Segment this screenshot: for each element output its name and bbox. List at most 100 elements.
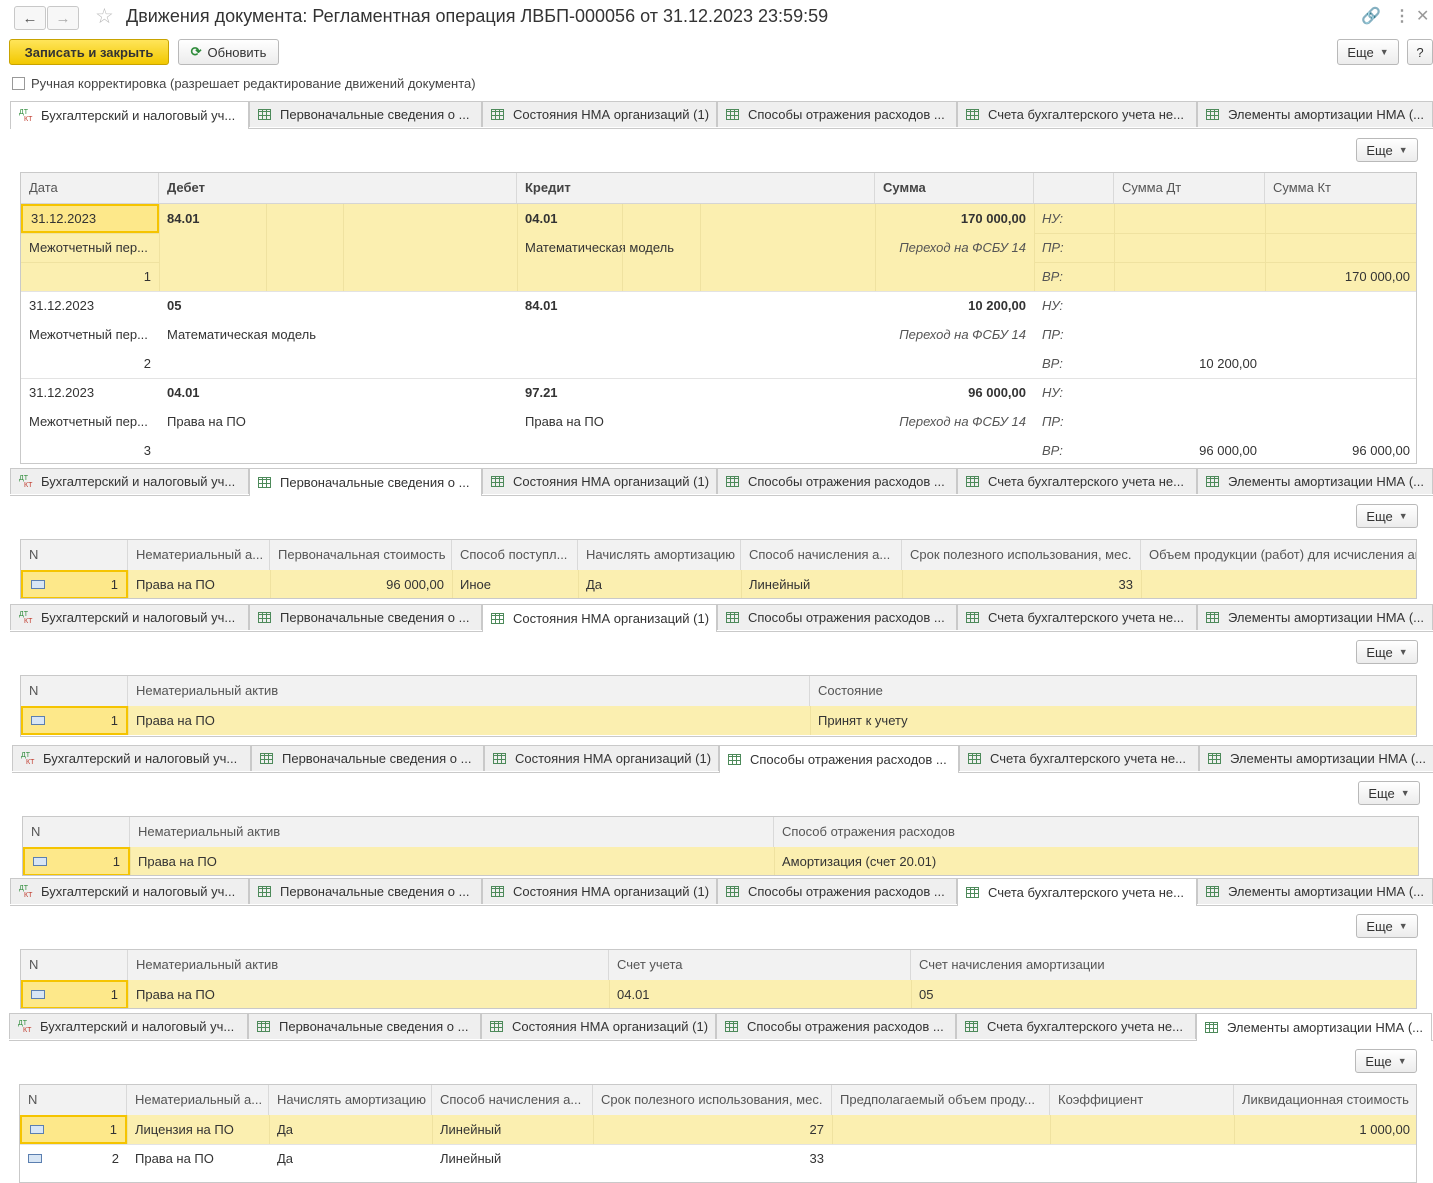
tab-1[interactable]: ДТ КТ Бухгалтерский и налоговый уч... <box>9 1013 248 1039</box>
vr-sum-dt-cell[interactable] <box>1114 262 1265 291</box>
grid-cell[interactable]: Права на ПО <box>127 1144 269 1173</box>
more-button[interactable]: Еще ▼ <box>1355 1049 1417 1073</box>
close-icon[interactable]: ✕ <box>1416 6 1429 26</box>
vr-label[interactable]: ВР: <box>1034 436 1114 463</box>
grid-cell[interactable]: Права на ПО <box>128 980 609 1008</box>
date-cell[interactable]: 31.12.2023 <box>21 291 159 320</box>
tab-2[interactable]: Первоначальные сведения о ... <box>251 745 484 771</box>
line-number-cell[interactable]: 1 <box>21 262 159 291</box>
grid-cell[interactable]: Права на ПО <box>130 847 774 875</box>
vr-sum-kt-cell[interactable]: 170 000,00 <box>1265 262 1416 291</box>
vr-sum-dt-cell[interactable]: 96 000,00 <box>1114 436 1265 463</box>
tab-1[interactable]: ДТ КТ Бухгалтерский и налоговый уч... <box>10 878 249 904</box>
tab-5[interactable]: Счета бухгалтерского учета не... <box>959 745 1199 771</box>
entry-row[interactable]: 31.12.2023 Межотчетный пер... 1 84.01 04.01 М… <box>21 204 1416 291</box>
grid-cell[interactable]: 1 000,00 <box>1234 1115 1416 1144</box>
help-button[interactable]: ? <box>1407 39 1433 65</box>
credit-account-cell[interactable]: 97.21 <box>517 378 627 407</box>
vr-sum-kt-cell[interactable] <box>1265 349 1416 378</box>
table-row[interactable]: 1 Права на ПО Амортизация (счет 20.01) <box>23 847 1418 875</box>
debit-account-cell[interactable]: 05 <box>159 291 269 320</box>
entry-row[interactable]: 31.12.2023 Межотчетный пер... 3 04.01 Права … <box>21 378 1416 463</box>
grid-cell[interactable] <box>1050 1144 1234 1173</box>
tab-6[interactable]: Элементы амортизации НМА (... <box>1197 468 1433 494</box>
table-row[interactable]: 1 Права на ПО Принят к учету <box>21 706 1416 735</box>
line-number-cell[interactable]: 3 <box>21 436 159 463</box>
grid-cell[interactable]: Да <box>269 1115 432 1144</box>
save-and-close-button[interactable]: Записать и закрыть <box>9 39 169 65</box>
tab-1[interactable]: ДТ КТ Бухгалтерский и налоговый уч... <box>10 468 249 494</box>
debit-subconto-cell[interactable]: Права на ПО <box>159 407 517 436</box>
grid-cell[interactable]: 04.01 <box>609 980 911 1008</box>
more-button[interactable]: Еще ▼ <box>1358 781 1420 805</box>
link-icon[interactable]: 🔗 <box>1361 6 1381 26</box>
grid-cell[interactable]: 33 <box>593 1144 832 1173</box>
tab-4[interactable]: Способы отражения расходов ... <box>717 878 957 904</box>
grid-cell[interactable]: 05 <box>911 980 1416 1008</box>
sum-cell[interactable]: 10 200,00 <box>875 291 1034 320</box>
grid-cell[interactable]: Права на ПО <box>128 706 810 735</box>
vr-label[interactable]: ВР: <box>1034 349 1114 378</box>
tab-5[interactable]: Счета бухгалтерского учета не... <box>956 1013 1196 1039</box>
entry-row[interactable]: 31.12.2023 Межотчетный пер... 2 05 Математич… <box>21 291 1416 378</box>
debit-subconto-cell[interactable]: Математическая модель <box>159 320 517 349</box>
more-button[interactable]: Еще ▼ <box>1356 138 1418 162</box>
grid-cell[interactable]: Линейный <box>741 570 902 598</box>
content-cell[interactable]: Переход на ФСБУ 14 <box>875 233 1034 262</box>
tab-3[interactable]: Состояния НМА организаций (1) <box>482 468 717 494</box>
tab-2[interactable]: Первоначальные сведения о ... <box>249 468 482 496</box>
grid-cell[interactable]: 33 <box>902 570 1141 598</box>
grid-cell[interactable]: 27 <box>593 1115 832 1144</box>
tab-4[interactable]: Способы отражения расходов ... <box>717 468 957 494</box>
period-cell[interactable]: Межотчетный пер... <box>21 320 159 349</box>
period-cell[interactable]: Межотчетный пер... <box>21 233 159 262</box>
vr-sum-dt-cell[interactable]: 10 200,00 <box>1114 349 1265 378</box>
tab-1[interactable]: ДТ КТ Бухгалтерский и налоговый уч... <box>10 101 249 129</box>
grid-cell[interactable]: 1 <box>20 1115 127 1144</box>
period-cell[interactable]: Межотчетный пер... <box>21 407 159 436</box>
tab-2[interactable]: Первоначальные сведения о ... <box>248 1013 481 1039</box>
tab-4[interactable]: Способы отражения расходов ... <box>716 1013 956 1039</box>
grid-cell[interactable]: 1 <box>21 570 128 598</box>
tab-5[interactable]: Счета бухгалтерского учета не... <box>957 878 1197 906</box>
debit-account-cell[interactable]: 04.01 <box>159 378 269 407</box>
tab-4[interactable]: Способы отражения расходов ... <box>717 604 957 630</box>
credit-account-cell[interactable]: 84.01 <box>517 291 627 320</box>
content-cell[interactable]: Переход на ФСБУ 14 <box>875 407 1034 436</box>
grid-cell[interactable]: 96 000,00 <box>270 570 452 598</box>
grid-cell[interactable] <box>1141 570 1416 598</box>
grid-cell[interactable] <box>1050 1115 1234 1144</box>
refresh-button[interactable]: ⟳ Обновить <box>178 39 279 65</box>
grid-cell[interactable]: 2 <box>20 1144 127 1173</box>
grid-cell[interactable] <box>832 1115 1050 1144</box>
menu-dots-icon[interactable]: ⋮ <box>1394 6 1410 26</box>
debit-subconto-cell[interactable] <box>159 233 517 262</box>
nu-label[interactable]: НУ: <box>1034 204 1114 233</box>
grid-cell[interactable]: 1 <box>23 847 130 875</box>
more-button[interactable]: Еще ▼ <box>1356 640 1418 664</box>
debit-account-cell[interactable]: 84.01 <box>159 204 269 233</box>
credit-account-cell[interactable]: 04.01 <box>517 204 627 233</box>
grid-cell[interactable]: 1 <box>21 980 128 1008</box>
tab-6[interactable]: Элементы амортизации НМА (... <box>1197 878 1433 904</box>
tab-4[interactable]: Способы отражения расходов ... <box>719 745 959 773</box>
more-button[interactable]: Еще ▼ <box>1356 914 1418 938</box>
tab-6[interactable]: Элементы амортизации НМА (... <box>1196 1013 1432 1041</box>
grid-cell[interactable]: Да <box>269 1144 432 1173</box>
vr-sum-kt-cell[interactable]: 96 000,00 <box>1265 436 1416 463</box>
grid-cell[interactable]: 1 <box>21 706 128 735</box>
vr-label[interactable]: ВР: <box>1034 262 1114 291</box>
tab-6[interactable]: Элементы амортизации НМА (... <box>1197 604 1433 630</box>
nu-label[interactable]: НУ: <box>1034 378 1114 407</box>
credit-subconto-cell[interactable]: Математическая модель <box>517 233 875 262</box>
pr-label[interactable]: ПР: <box>1034 233 1114 262</box>
tab-1[interactable]: ДТ КТ Бухгалтерский и налоговый уч... <box>12 745 251 771</box>
table-row[interactable]: 1 Права на ПО 96 000,00 Иное Да Линейный 33 <box>21 570 1416 598</box>
tab-2[interactable]: Первоначальные сведения о ... <box>249 101 482 127</box>
manual-edit-checkbox[interactable] <box>12 77 25 90</box>
grid-cell[interactable] <box>1234 1144 1416 1173</box>
tab-5[interactable]: Счета бухгалтерского учета не... <box>957 604 1197 630</box>
grid-cell[interactable]: Линейный <box>432 1144 593 1173</box>
tab-5[interactable]: Счета бухгалтерского учета не... <box>957 101 1197 127</box>
tab-6[interactable]: Элементы амортизации НМА (... <box>1199 745 1433 771</box>
